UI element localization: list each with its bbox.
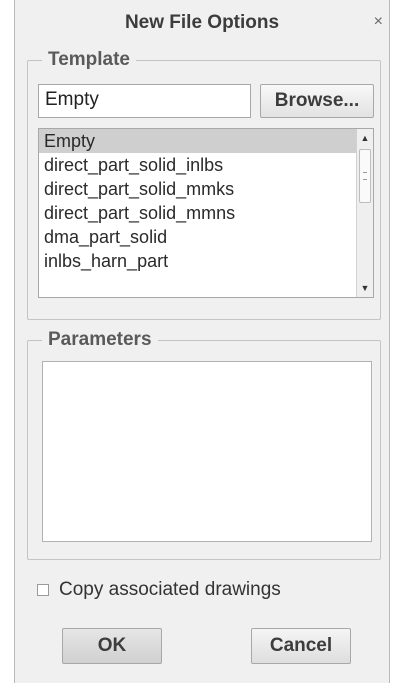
template-list-item[interactable]: inlbs_harn_part (39, 249, 373, 273)
list-scrollbar[interactable]: ▲ ▼ (356, 129, 373, 297)
scroll-down-arrow-icon[interactable]: ▼ (357, 279, 373, 297)
parameters-legend: Parameters (48, 329, 152, 350)
parameters-list[interactable] (42, 361, 372, 542)
template-list-item[interactable]: direct_part_solid_mmns (39, 201, 373, 225)
template-list-item[interactable]: direct_part_solid_inlbs (39, 153, 373, 177)
template-list[interactable]: Empty direct_part_solid_inlbs direct_par… (38, 128, 374, 298)
grip-icon (363, 172, 367, 180)
ok-button[interactable]: OK (62, 628, 162, 664)
template-input[interactable]: Empty (38, 84, 251, 118)
copy-drawings-checkbox[interactable] (37, 584, 49, 596)
template-list-item[interactable]: direct_part_solid_mmks (39, 177, 373, 201)
new-file-options-dialog: New File Options × Template Empty Browse… (14, 0, 390, 683)
title-bar: New File Options × (15, 0, 389, 42)
scrollbar-thumb[interactable] (359, 149, 371, 203)
browse-button[interactable]: Browse... (260, 84, 374, 118)
copy-drawings-row[interactable]: Copy associated drawings (37, 578, 281, 602)
dialog-title: New File Options (124, 12, 280, 33)
scroll-up-arrow-icon[interactable]: ▲ (357, 129, 373, 147)
template-list-item[interactable]: Empty (39, 129, 373, 153)
template-list-item[interactable]: dma_part_solid (39, 225, 373, 249)
template-legend: Template (48, 49, 131, 70)
copy-drawings-label[interactable]: Copy associated drawings (59, 579, 281, 601)
cancel-button[interactable]: Cancel (251, 628, 351, 664)
close-icon[interactable]: × (374, 13, 383, 31)
